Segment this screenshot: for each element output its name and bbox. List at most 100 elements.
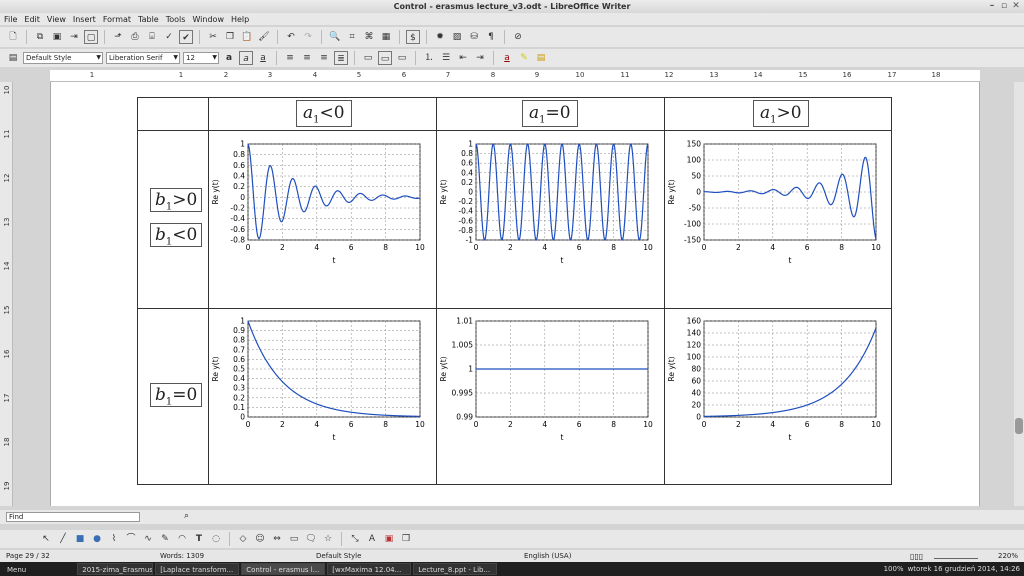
from-file-icon[interactable]: ▣ [382, 532, 396, 546]
print-icon[interactable]: ⎙ [128, 30, 142, 44]
spacing-mid-icon[interactable]: ▭ [378, 51, 392, 65]
word-count[interactable]: Words: 1309 [160, 552, 204, 560]
menu-edit[interactable]: Edit [24, 15, 40, 24]
close-button[interactable]: ✕ [1010, 0, 1022, 13]
formatting-marks-icon[interactable]: $ [406, 30, 420, 44]
print-preview-icon[interactable]: ⌸ [145, 30, 159, 44]
fontwork-icon[interactable]: A [365, 532, 379, 546]
menu-window[interactable]: Window [192, 15, 224, 24]
horizontal-ruler[interactable]: 1 1 2 3 4 5 6 7 8 9 10 11 12 13 14 15 16… [50, 70, 980, 82]
menu-file[interactable]: File [4, 15, 17, 24]
undo-icon[interactable]: ↶ [284, 30, 298, 44]
redo-icon[interactable]: ↷ [301, 30, 315, 44]
clone-format-icon[interactable]: 🖌 [257, 30, 271, 44]
align-left-icon[interactable]: ≡ [283, 51, 297, 65]
navigator-icon[interactable]: ⌘ [362, 30, 376, 44]
spellcheck-icon[interactable]: ✓ [162, 30, 176, 44]
font-size-select[interactable]: 12 ▼ [183, 52, 219, 64]
connector-icon[interactable]: ⌇ [107, 532, 121, 546]
minimize-button[interactable]: – [986, 0, 998, 13]
numbering-icon[interactable]: ⒈ [422, 51, 436, 65]
block-arrows-icon[interactable]: ⇔ [270, 532, 284, 546]
indent-increase-icon[interactable]: ⇥ [473, 51, 487, 65]
image-icon[interactable]: ▨ [450, 30, 464, 44]
start-menu-button[interactable]: Menu [2, 563, 32, 575]
align-center-icon[interactable]: ≡ [300, 51, 314, 65]
line-icon[interactable]: ╱ [56, 532, 70, 546]
menu-format[interactable]: Format [103, 15, 131, 24]
language[interactable]: English (USA) [524, 552, 571, 560]
paste-icon[interactable]: 📋 [240, 30, 254, 44]
extrusion-icon[interactable]: ❒ [399, 532, 413, 546]
menu-help[interactable]: Help [231, 15, 249, 24]
background-color-icon[interactable]: ▤ [534, 51, 548, 65]
cut-icon[interactable]: ✂ [206, 30, 220, 44]
italic-icon[interactable]: a [239, 51, 253, 65]
pilcrow-icon[interactable]: ¶ [484, 30, 498, 44]
underline-icon[interactable]: a [256, 51, 270, 65]
help-icon[interactable]: ⊘ [511, 30, 525, 44]
justify-icon[interactable]: ≣ [334, 51, 348, 65]
points-icon[interactable]: ⤡ [348, 532, 362, 546]
font-name-select[interactable]: Liberation Serif ▼ [106, 52, 180, 64]
curve-icon[interactable]: ∿ [141, 532, 155, 546]
align-right-icon[interactable]: ≡ [317, 51, 331, 65]
arc-icon[interactable]: ◠ [175, 532, 189, 546]
export-icon[interactable]: ⇥ [67, 30, 81, 44]
page-count[interactable]: Page 29 / 32 [6, 552, 50, 560]
clock[interactable]: wtorek 16 grudzień 2014, 14:26 [908, 565, 1020, 573]
stars-icon[interactable]: ☆ [321, 532, 335, 546]
spacing-top-icon[interactable]: ▭ [361, 51, 375, 65]
zoom-slider[interactable] [934, 551, 978, 559]
vertical-scrollbar[interactable] [1014, 82, 1024, 506]
toggle-edit-icon[interactable]: ▢ [84, 30, 98, 44]
flowchart-icon[interactable]: ▭ [287, 532, 301, 546]
vertical-ruler[interactable]: 10 11 12 13 14 15 16 17 18 19 [0, 82, 13, 506]
copy2-icon[interactable]: ❐ [223, 30, 237, 44]
polygon-icon[interactable]: ⌒ [124, 532, 138, 546]
spacing-bottom-icon[interactable]: ▭ [395, 51, 409, 65]
task-item[interactable]: [Laplace transform... [155, 563, 240, 575]
menu-view[interactable]: View [47, 15, 66, 24]
freeform-icon[interactable]: ✎ [158, 532, 172, 546]
select-arrow-icon[interactable]: ↖ [39, 532, 53, 546]
search-icon[interactable]: ⌕ [184, 511, 189, 521]
autospell-icon[interactable]: ✔ [179, 30, 193, 44]
ellipse-icon[interactable]: ● [90, 532, 104, 546]
menu-tools[interactable]: Tools [166, 15, 186, 24]
styles-icon[interactable]: ▤ [6, 51, 20, 65]
font-color-icon[interactable]: a [500, 51, 514, 65]
scrollbar-thumb[interactable] [1015, 418, 1023, 434]
menu-table[interactable]: Table [138, 15, 159, 24]
indent-decrease-icon[interactable]: ⇤ [456, 51, 470, 65]
page-style[interactable]: Default Style [316, 552, 361, 560]
gallery-icon[interactable]: ✹ [433, 30, 447, 44]
bullets-icon[interactable]: ☰ [439, 51, 453, 65]
text-icon[interactable]: T [192, 532, 206, 546]
callouts-icon[interactable]: 🗨 [304, 532, 318, 546]
battery-level[interactable]: 100% [884, 565, 904, 573]
task-item[interactable]: [wxMaxima 12.04... [327, 563, 412, 575]
find-replace-icon[interactable]: 🔍 [328, 30, 342, 44]
new-document-icon[interactable]: 🗋 [6, 30, 20, 44]
menu-insert[interactable]: Insert [73, 15, 96, 24]
task-item[interactable]: Lecture_8.ppt - Lib... [413, 563, 498, 575]
save-icon[interactable]: ▣ [50, 30, 64, 44]
highlight-icon[interactable]: ✎ [517, 51, 531, 65]
datasource-icon[interactable]: ⛁ [467, 30, 481, 44]
zoom-level[interactable]: 220% [998, 552, 1018, 560]
task-item-active[interactable]: Control - erasmus l... [241, 563, 326, 575]
symbol-shapes-icon[interactable]: ☺ [253, 532, 267, 546]
copy-icon[interactable]: ⧉ [33, 30, 47, 44]
fields-icon[interactable]: ⌗ [345, 30, 359, 44]
paragraph-style-select[interactable]: Default Style ▼ [23, 52, 103, 64]
find-input[interactable]: Find [6, 512, 140, 522]
bold-icon[interactable]: a [222, 51, 236, 65]
export-pdf-icon[interactable]: ⬏ [111, 30, 125, 44]
task-item[interactable]: 2015-zima_Erasmus [77, 563, 154, 575]
callout-icon[interactable]: ◌ [209, 532, 223, 546]
rectangle-icon[interactable]: ■ [73, 532, 87, 546]
view-layout-icon[interactable]: ▯▯▯ [910, 552, 923, 561]
basic-shapes-icon[interactable]: ◇ [236, 532, 250, 546]
table-icon[interactable]: ▦ [379, 30, 393, 44]
